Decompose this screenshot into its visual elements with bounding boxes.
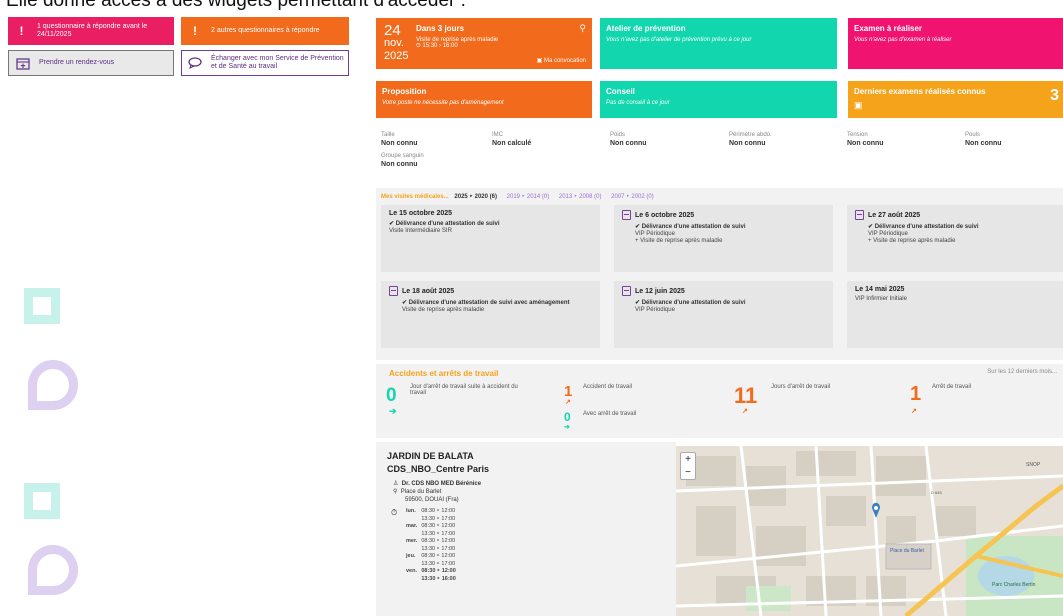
appointment-widget[interactable]: Prendre un rendez-vous: [8, 50, 174, 76]
accident-label: Accident de travail: [583, 384, 633, 390]
with-stop-label: Avec arrêt de travail: [583, 411, 637, 417]
decorative-drop: [28, 360, 78, 410]
visit-card[interactable]: Le 14 mai 2025 VIP Infirmier Initiale: [847, 281, 1063, 348]
document-icon: ▣: [854, 100, 863, 110]
accidents-period: Sur les 12 derniers mois...: [987, 369, 1057, 375]
arrow-right-icon: ➔: [564, 424, 570, 431]
alert-icon: !: [193, 24, 197, 38]
arrow-up-right-icon: ↗: [911, 408, 917, 415]
map-label: SNOP: [1026, 462, 1041, 468]
convocation-link[interactable]: ▣ Ma convocation: [537, 57, 586, 64]
visits-header: Mes visites médicales...: [381, 194, 449, 200]
proposition-tile[interactable]: Proposition Votre poste ne nécessite pas…: [376, 81, 592, 118]
derniers-count: 3: [1050, 87, 1059, 104]
with-stop-value: 0: [564, 410, 571, 424]
arrow-up-right-icon: ↗: [742, 408, 748, 415]
alert-icon: !: [19, 24, 24, 38]
map-streets: Place du Barlet Parc Charles Bertin SNOP…: [676, 446, 1063, 616]
center-name: JARDIN DE BALATA: [387, 451, 474, 461]
examen-tile[interactable]: Examen à réaliser Vous n'avez pas d'exam…: [848, 18, 1063, 69]
measure-taille: Taille Non connu: [381, 132, 418, 147]
arrow-up-right-icon: ↗: [565, 399, 571, 406]
measure-pouls: Pouls Non connu: [965, 132, 1002, 147]
stops-label: Arrêt de travail: [932, 384, 972, 390]
visit-card[interactable]: Le 27 août 2025 ✔ Délivrance d'une attes…: [847, 205, 1063, 272]
visit-card[interactable]: Le 12 juin 2025 ✔ Délivrance d'une attes…: [614, 281, 833, 348]
pdf-icon[interactable]: [855, 210, 864, 220]
visits-year-nav: Mes visites médicales... 2025 ‣ 2020 (6)…: [381, 193, 662, 200]
calendar-plus-icon: [15, 57, 31, 70]
year-range-link[interactable]: 2019 ‣ 2014 (0): [507, 194, 550, 200]
zoom-in-button[interactable]: +: [681, 453, 695, 466]
center-code: CDS_NBO_Centre Paris: [387, 464, 490, 474]
decorative-square: [24, 483, 60, 519]
pdf-icon[interactable]: [389, 286, 398, 296]
center-details: ♙ Dr. CDS NBO MED Bérénice ⚲ Place du Ba…: [393, 481, 482, 503]
map[interactable]: Place du Barlet Parc Charles Bertin SNOP…: [676, 446, 1063, 616]
doctor-icon: ♙: [393, 481, 399, 487]
accidents-title: Accidents et arrêts de travail: [389, 369, 499, 378]
convocation-tile[interactable]: 24 nov. 2025 Dans 3 jours Visite de repr…: [376, 18, 592, 69]
arrow-right-icon: ➔: [389, 406, 397, 416]
questionnaire-widget[interactable]: ! 1 questionnaire à répondre avant le 24…: [8, 17, 174, 45]
visit-card[interactable]: Le 15 octobre 2025 ✔ Délivrance d'une at…: [381, 205, 600, 272]
clock-icon: ⏲: [416, 43, 421, 49]
map-label: D 645: [931, 490, 942, 495]
pdf-icon[interactable]: [622, 286, 631, 296]
location-pin-icon: ⚲: [393, 489, 398, 495]
stops-value: 1: [910, 383, 922, 405]
year-range-link[interactable]: 2025 ‣ 2020 (6): [454, 194, 497, 200]
days-after-accident-label: Jour d'arrêt de travail suite à accident…: [410, 384, 518, 396]
pdf-icon[interactable]: [622, 210, 631, 220]
exchange-widget[interactable]: Échanger avec mon Service de Prévention …: [181, 50, 349, 76]
decorative-drop: [28, 545, 78, 595]
measure-groupe-sanguin: Groupe sanguin Non connu: [381, 153, 424, 168]
map-label: Parc Charles Bertin: [992, 582, 1036, 588]
zoom-controls: + −: [680, 452, 696, 480]
location-pin-icon: ⚲: [579, 23, 586, 33]
map-label: Place du Barlet: [890, 548, 925, 554]
days-stop-value: 11: [734, 383, 758, 408]
measure-imc: IMC Non calculé: [492, 132, 532, 147]
decorative-square: [24, 288, 60, 324]
visit-card[interactable]: Le 6 octobre 2025 ✔ Délivrance d'une att…: [614, 205, 833, 272]
other-questionnaires-widget[interactable]: ! 2 autres questionnaires à répondre: [181, 17, 349, 45]
opening-hours: lun. 08:30 ‣ 12:00 13:30 ‣ 17:00 mar. 08:3…: [406, 508, 456, 582]
measure-tension: Tension Non connu: [847, 132, 884, 147]
convocation-date: 24 nov. 2025: [384, 22, 409, 62]
measure-perimetre: Périmètre abdo. Non connu: [729, 132, 772, 147]
conseil-tile[interactable]: Conseil Pas de conseil à ce jour: [600, 81, 837, 118]
measure-poids: Poids Non connu: [610, 132, 647, 147]
year-range-link[interactable]: 2013 ‣ 2008 (0): [559, 194, 602, 200]
page-caption: Elle donne accès à des widgets permettan…: [6, 0, 466, 11]
visit-card[interactable]: Le 18 août 2025 ✔ Délivrance d'une attes…: [381, 281, 600, 348]
year-range-link[interactable]: 2007 ‣ 2002 (0): [611, 194, 654, 200]
atelier-tile[interactable]: Atelier de prévention Vous n'avez pas d'…: [600, 18, 837, 69]
days-stop-label: Jours d'arrêt de travail: [771, 384, 831, 390]
days-after-accident-value: 0: [386, 385, 397, 406]
zoom-out-button[interactable]: −: [681, 466, 695, 479]
derniers-examens-tile[interactable]: Derniers examens réalisés connus ▣ 3: [848, 81, 1063, 118]
chat-icon: [188, 57, 203, 69]
document-icon: ▣: [536, 58, 543, 64]
